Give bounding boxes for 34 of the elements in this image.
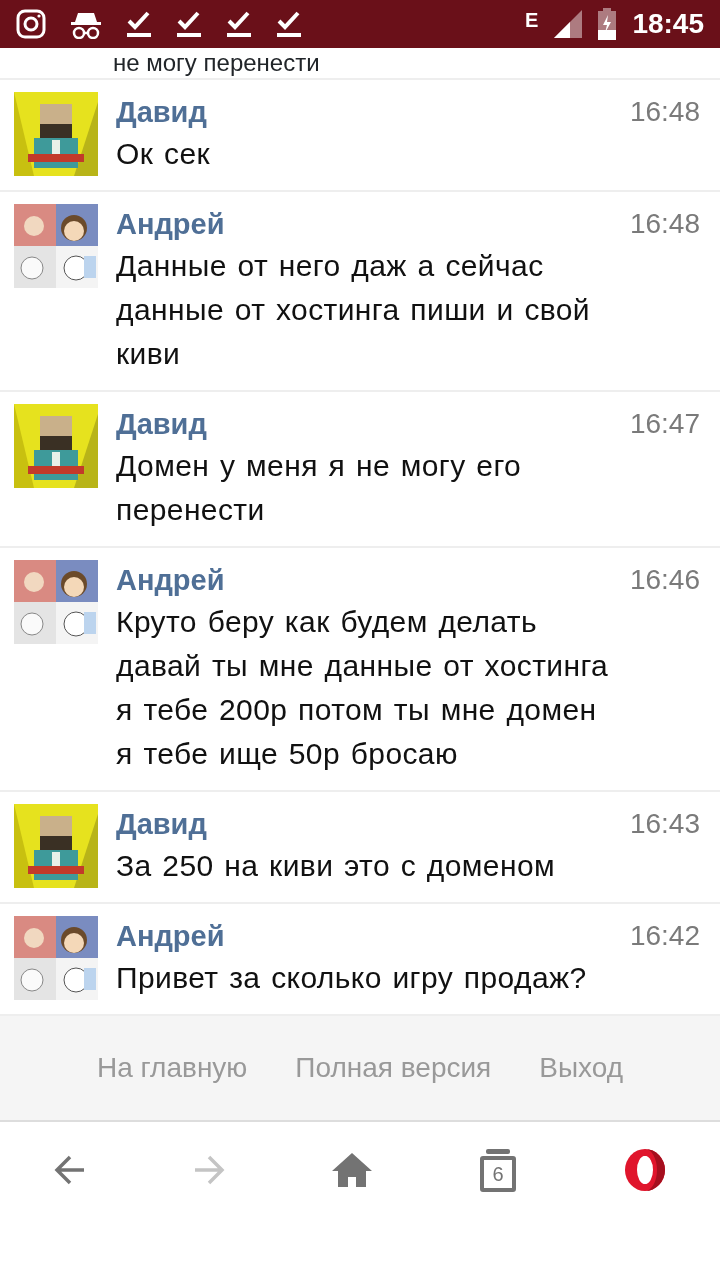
- message-text: Домен у меня я не могу его перенести: [116, 448, 523, 528]
- clock-time: 18:45: [632, 7, 704, 41]
- signal-icon: [554, 10, 583, 38]
- author-name[interactable]: Андрей: [116, 204, 225, 244]
- message-text: не могу перенести: [113, 48, 320, 78]
- download-complete-icon: [176, 9, 202, 39]
- download-complete-icon: [126, 9, 152, 39]
- battery-charging-icon: [598, 8, 617, 40]
- message-text: Ок сек: [116, 136, 211, 172]
- message-time: 16:42: [629, 919, 700, 953]
- author-name[interactable]: Давид: [116, 804, 207, 844]
- author-name[interactable]: Андрей: [116, 560, 225, 600]
- opera-menu-icon[interactable]: [624, 1148, 667, 1192]
- message-time: 16:46: [629, 563, 700, 597]
- message-time: 16:47: [629, 407, 700, 441]
- message-text: Привет за сколько игру продаж?: [116, 960, 588, 996]
- message-text: Данные от него даж а сейчас данные от хостинга пиши и свой киви: [116, 248, 592, 372]
- instagram-icon: [16, 9, 46, 39]
- download-complete-icon: [226, 9, 252, 39]
- author-name[interactable]: Давид: [116, 404, 207, 444]
- footer-link[interactable]: На главную: [96, 1047, 248, 1089]
- home-icon[interactable]: [331, 1151, 372, 1189]
- message-time: 16:48: [629, 207, 700, 241]
- message-time: 16:48: [629, 95, 700, 129]
- footer-link[interactable]: Выход: [539, 1047, 624, 1089]
- author-name[interactable]: Андрей: [116, 916, 225, 956]
- author-name[interactable]: Давид: [116, 92, 207, 132]
- message-text: Круто беру как будем делать давай ты мне данные от хостинга я тебе 200р потом ты мне домен я тебе ище 50р бросаю: [116, 604, 610, 772]
- footer-link[interactable]: Полная версия: [295, 1047, 492, 1089]
- network-type-label: E: [525, 8, 539, 33]
- message-time: 16:43: [629, 807, 700, 841]
- download-complete-icon: [276, 9, 302, 39]
- back-arrow-icon[interactable]: [53, 1154, 86, 1186]
- message-text: За 250 на киви это с доменом: [116, 848, 556, 884]
